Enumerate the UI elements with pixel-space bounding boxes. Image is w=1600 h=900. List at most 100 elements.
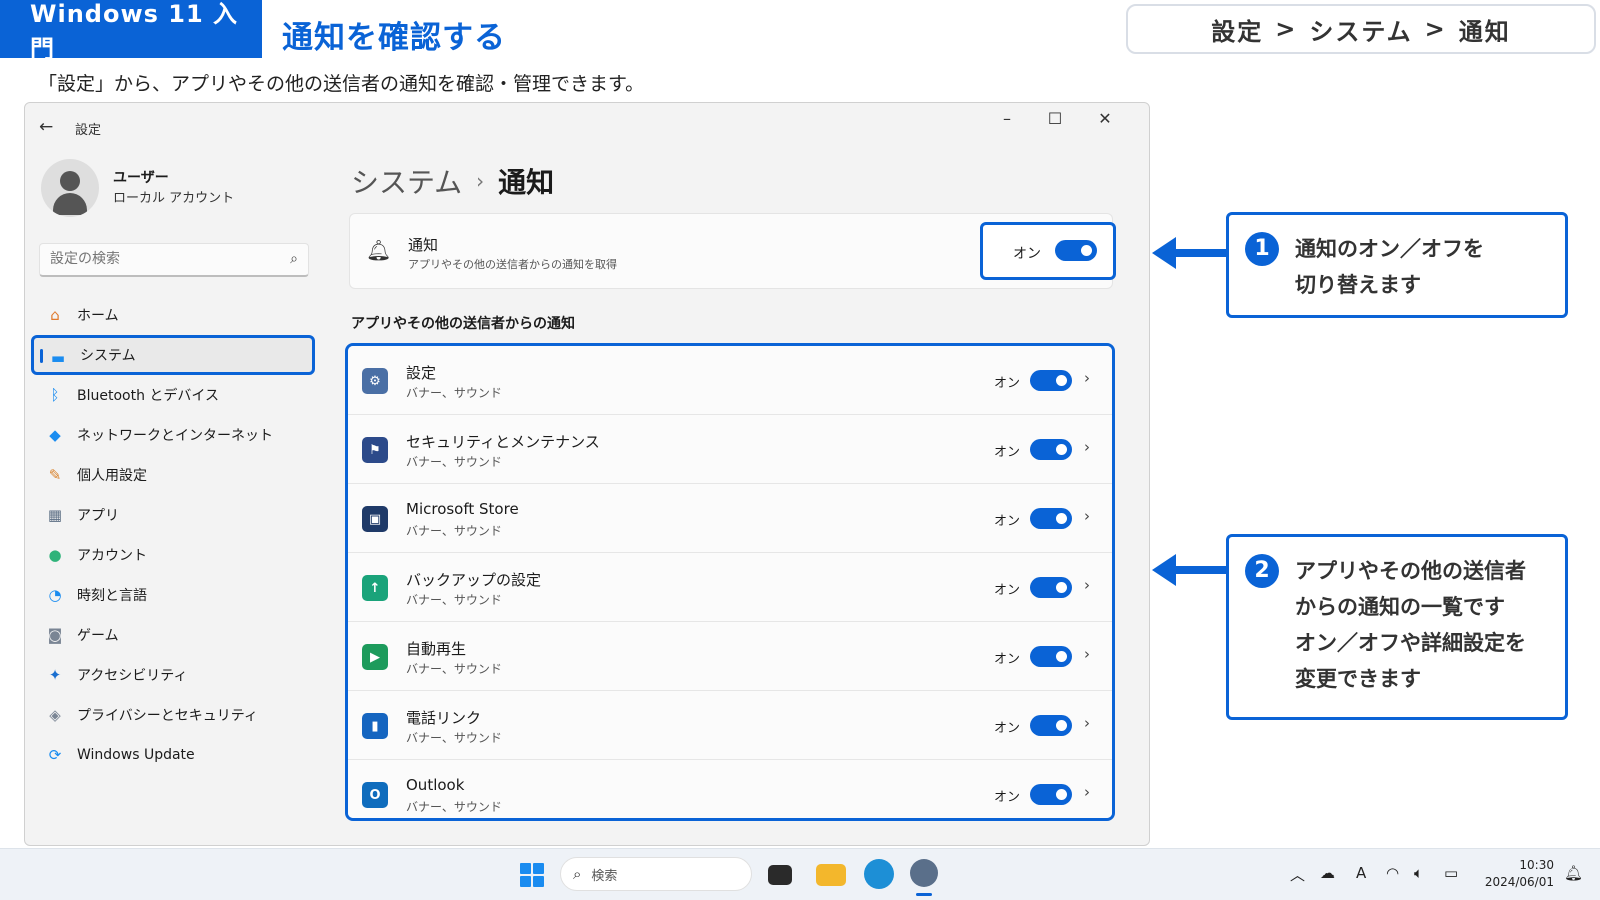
avatar-body [53, 193, 87, 215]
app-notification-toggle[interactable] [1030, 646, 1072, 667]
task-view-icon[interactable] [768, 865, 792, 885]
app-notification-row[interactable]: ▶ 自動再生 バナー、サウンド オン › [348, 622, 1112, 691]
callout-1-line: 通知のオン／オフを [1295, 237, 1484, 261]
app-name: 設定 [406, 364, 437, 382]
taskbar-search[interactable]: ⌕ 検索 [560, 857, 752, 891]
search-input[interactable] [40, 244, 270, 274]
settings-app-icon[interactable] [910, 859, 938, 887]
sidebar-item[interactable]: ◆ ネットワークとインターネット [31, 415, 315, 455]
store-icon: ▣ [362, 506, 388, 532]
toggle-knob [1056, 444, 1067, 455]
app-name: バックアップの設定 [406, 571, 542, 589]
avatar[interactable] [41, 159, 99, 217]
sidebar-item-label: プライバシーとセキュリティ [77, 708, 258, 724]
speaker-icon[interactable]: 🔈︎ [1414, 864, 1423, 882]
battery-icon[interactable]: ▭ [1444, 864, 1458, 882]
sidebar-item[interactable]: ▬ システム [31, 335, 315, 375]
settings-search[interactable]: ⌕ [39, 243, 309, 277]
app-state-label: オン [994, 721, 1021, 736]
callout-2-number: 2 [1245, 554, 1279, 588]
settings-window: ← 設定 – ☐ ✕ ユーザー ローカル アカウント ⌕ ⌂ ホーム ▬ システム ᛒ B… [24, 102, 1150, 846]
onedrive-cloud-icon[interactable]: ☁ [1320, 864, 1335, 882]
chevron-right-icon[interactable]: › [1084, 783, 1090, 801]
globe-clock-icon: ◔ [48, 586, 62, 604]
update-icon: ⟳ [48, 746, 62, 764]
chevron-up-icon[interactable]: ︿ [1290, 864, 1305, 885]
callout-2-line: オン／オフや詳細設定を [1295, 631, 1526, 655]
master-toggle-highlight: オン [980, 222, 1116, 280]
edge-browser-icon[interactable] [864, 859, 894, 889]
input-method-icon[interactable]: A [1356, 864, 1366, 882]
sidebar-item-label: Bluetooth とデバイス [77, 388, 219, 404]
brush-icon: ✎ [48, 466, 62, 484]
file-explorer-icon[interactable] [816, 864, 846, 886]
minimize-button[interactable]: – [989, 109, 1025, 128]
notifications-master-card[interactable]: 🔔︎ 通知 アプリやその他の送信者からの通知を取得 オン [349, 213, 1116, 289]
sidebar-item[interactable]: ✦ アクセシビリティ [31, 655, 315, 695]
search-icon[interactable]: ⌕ [290, 251, 298, 267]
toggle-knob [1056, 582, 1067, 593]
app-notification-row[interactable]: ▣ Microsoft Store バナー、サウンド オン › [348, 484, 1112, 553]
app-notification-toggle[interactable] [1030, 439, 1072, 460]
maximize-button[interactable]: ☐ [1037, 109, 1073, 128]
sidebar-item[interactable]: ✎ 個人用設定 [31, 455, 315, 495]
app-name: 電話リンク [406, 709, 482, 727]
wifi-icon[interactable]: ◠ [1386, 864, 1399, 882]
apps-icon: ▦ [47, 506, 63, 524]
sidebar-item[interactable]: ◙ ゲーム [31, 615, 315, 655]
active-app-indicator [916, 893, 932, 896]
chevron-right-icon[interactable]: › [1084, 576, 1090, 594]
master-title: 通知 [408, 236, 439, 254]
outlook-icon: O [362, 782, 388, 808]
notification-bell-icon[interactable]: 🔔︎ [1564, 864, 1583, 882]
sidebar-item[interactable]: ● アカウント [31, 535, 315, 575]
window-title: 設定 [75, 123, 102, 138]
clock[interactable]: 10:30 2024/06/01 [1470, 857, 1554, 891]
app-notification-toggle[interactable] [1030, 715, 1072, 736]
app-notification-row[interactable]: ⚑ セキュリティとメンテナンス バナー、サウンド オン › [348, 415, 1112, 484]
master-notifications-toggle[interactable] [1055, 240, 1097, 261]
sidebar-item[interactable]: ▦ アプリ [31, 495, 315, 535]
lesson-subtitle: 「設定」から、アプリやその他の送信者の通知を確認・管理できます。 [38, 73, 645, 95]
bell-icon: 🔔︎ [366, 238, 392, 262]
user-account-type: ローカル アカウント [113, 191, 235, 206]
chevron-right-icon[interactable]: › [1084, 507, 1090, 525]
sidebar-item[interactable]: ᛒ Bluetooth とデバイス [31, 375, 315, 415]
callout-1-text: 通知のオン／オフを 切り替えます [1295, 231, 1484, 303]
app-notification-toggle[interactable] [1030, 508, 1072, 529]
app-notification-row[interactable]: ⚙ 設定 バナー、サウンド オン › [348, 346, 1112, 415]
sidebar-item-label: ホーム [77, 308, 119, 324]
breadcrumb-separator: > [1424, 15, 1447, 43]
callout-2: 2 アプリやその他の送信者 からの通知の一覧です オン／オフや詳細設定を 変更で… [1226, 534, 1568, 720]
app-notification-row[interactable]: ▮ 電話リンク バナー、サウンド オン › [348, 691, 1112, 760]
app-notification-toggle[interactable] [1030, 370, 1072, 391]
sidebar-item[interactable]: ⌂ ホーム [31, 295, 315, 335]
sidebar-item-label: アカウント [77, 548, 147, 564]
flag-icon: ⚑ [362, 437, 388, 463]
app-notification-toggle[interactable] [1030, 784, 1072, 805]
sidebar-item[interactable]: ◔ 時刻と言語 [31, 575, 315, 615]
chevron-right-icon[interactable]: › [1084, 714, 1090, 732]
app-notification-row[interactable]: O Outlook バナー、サウンド オン › [348, 760, 1112, 818]
chevron-right-icon[interactable]: › [1084, 369, 1090, 387]
app-notification-toggle[interactable] [1030, 577, 1072, 598]
settings-gear-icon: ⚙ [362, 368, 388, 394]
callout-1-line: 切り替えます [1295, 273, 1421, 297]
close-button[interactable]: ✕ [1087, 109, 1123, 128]
heading-current: 通知 [498, 166, 555, 199]
toggle-knob [1056, 720, 1067, 731]
heading-separator-icon: › [476, 169, 485, 193]
toggle-knob [1056, 513, 1067, 524]
app-notification-detail: バナー、サウンド [406, 386, 502, 400]
windows-start-icon[interactable] [520, 863, 544, 887]
sidebar-item[interactable]: ⟳ Windows Update [31, 735, 315, 775]
chevron-right-icon[interactable]: › [1084, 438, 1090, 456]
callout-2-line: からの通知の一覧です [1295, 595, 1505, 619]
sidebar-item[interactable]: ◈ プライバシーとセキュリティ [31, 695, 315, 735]
chevron-right-icon[interactable]: › [1084, 645, 1090, 663]
autoplay-icon: ▶ [362, 644, 388, 670]
callout-2-arrow [1152, 554, 1230, 586]
back-arrow-icon[interactable]: ← [39, 117, 53, 137]
app-notification-row[interactable]: ↑ バックアップの設定 バナー、サウンド オン › [348, 553, 1112, 622]
heading-parent[interactable]: システム [351, 161, 462, 201]
